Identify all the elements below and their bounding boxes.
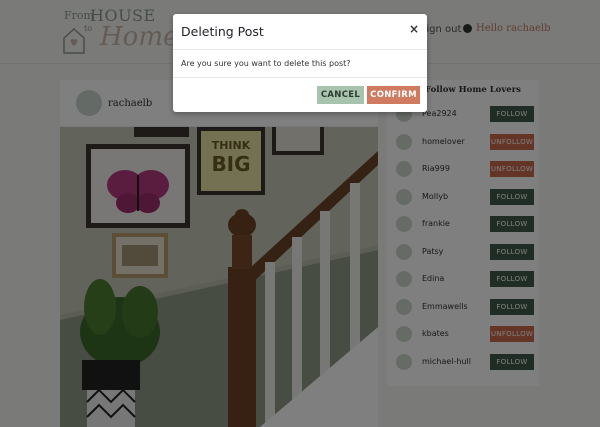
dialog-title: Deleting Post	[181, 24, 264, 39]
divider	[173, 77, 427, 78]
confirm-button[interactable]: CONFIRM	[367, 86, 420, 104]
delete-post-dialog: Deleting Post × Are you sure you want to…	[173, 14, 427, 112]
close-icon[interactable]: ×	[409, 22, 419, 36]
cancel-button[interactable]: CANCEL	[317, 86, 364, 104]
dialog-message: Are you sure you want to delete this pos…	[181, 59, 351, 68]
divider	[173, 49, 427, 50]
